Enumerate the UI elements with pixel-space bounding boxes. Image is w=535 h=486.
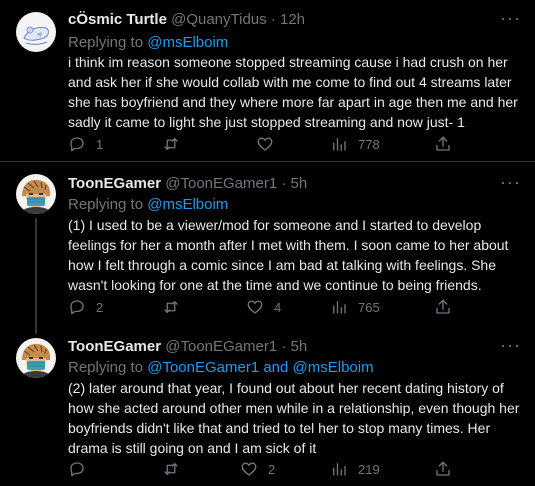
tweet-line: feelings for her a month after I met wit… — [68, 237, 509, 253]
view-count: 778 — [358, 136, 380, 152]
separator-dot: · — [281, 175, 287, 192]
views-button[interactable]: 765 — [330, 298, 380, 316]
replying-mentions[interactable]: @msElboim — [147, 196, 228, 213]
separator-dot: · — [270, 11, 276, 28]
share-button[interactable] — [434, 460, 452, 478]
tweet-line: sadly it came to light she just stopped … — [68, 114, 465, 130]
share-button[interactable] — [434, 135, 452, 153]
reply-count: 1 — [96, 136, 104, 152]
replying-to: Replying to @msElboim — [68, 195, 228, 215]
reply-button[interactable]: 2 — [68, 298, 103, 316]
tweet-header: ToonEGamer @ToonEGamer1 · 5h — [68, 337, 307, 357]
reply-icon — [70, 300, 84, 315]
display-name[interactable]: ToonEGamer — [68, 338, 161, 355]
tweet-actions: 1 778 — [68, 135, 520, 155]
reply-button[interactable] — [68, 460, 96, 478]
tweet-line: boyfriends didn't like that and tried to… — [68, 420, 491, 436]
more-options-icon[interactable]: ··· — [500, 335, 521, 355]
tweet-2[interactable]: ToonEGamer @ToonEGamer1 · 5h ··· Replyin… — [0, 162, 535, 327]
retweet-icon — [164, 138, 178, 150]
tweet-1[interactable]: cÖsmic Turtle @QuanyTidus · 12h ··· Repl… — [0, 0, 535, 162]
retweet-button[interactable] — [162, 460, 190, 478]
tweet-actions: 2 219 — [68, 460, 520, 480]
share-icon — [436, 136, 450, 151]
tweet-line: and ask her if she would collab with me … — [68, 74, 512, 90]
share-icon — [436, 299, 450, 314]
reply-icon — [70, 462, 84, 477]
heart-icon — [247, 300, 263, 314]
heart-icon — [241, 462, 257, 476]
avatar[interactable] — [16, 338, 56, 378]
like-count: 2 — [268, 461, 276, 477]
replying-mentions[interactable]: @msElboim — [147, 34, 228, 51]
display-name[interactable]: cÖsmic Turtle — [68, 11, 167, 28]
share-icon — [436, 461, 450, 476]
tweet-line: wasn't looking for one at the time and w… — [68, 277, 482, 293]
heart-icon — [257, 137, 273, 151]
reply-icon — [70, 137, 84, 152]
analytics-icon — [333, 301, 346, 314]
tweet-3[interactable]: ToonEGamer @ToonEGamer1 · 5h ··· Replyin… — [0, 327, 535, 486]
timestamp[interactable]: 5h — [291, 175, 308, 192]
tweet-text: (1) I used to be a viewer/mod for someon… — [68, 215, 520, 295]
replying-to: Replying to @ToonEGamer1 and @msElboim — [68, 358, 374, 378]
tweet-line: (1) I used to be a viewer/mod for someon… — [68, 217, 482, 233]
view-count: 219 — [358, 461, 380, 477]
tweet-header: cÖsmic Turtle @QuanyTidus · 12h — [68, 10, 305, 30]
tweet-line: i think im reason someone stopped stream… — [68, 54, 508, 70]
analytics-icon — [333, 138, 346, 151]
like-button[interactable] — [256, 135, 284, 153]
replying-label: Replying to — [68, 196, 148, 213]
retweet-button[interactable] — [162, 135, 190, 153]
reply-button[interactable]: 1 — [68, 135, 103, 153]
timestamp[interactable]: 12h — [280, 11, 305, 28]
retweet-icon — [164, 301, 178, 313]
tweet-text: (2) later around that year, I found out … — [68, 378, 520, 458]
avatar[interactable] — [16, 12, 56, 52]
tweet-header: ToonEGamer @ToonEGamer1 · 5h — [68, 174, 307, 194]
separator-dot: · — [281, 338, 287, 355]
views-button[interactable]: 778 — [330, 135, 380, 153]
analytics-icon — [333, 463, 346, 476]
timestamp[interactable]: 5h — [291, 338, 308, 355]
user-handle[interactable]: @QuanyTidus — [171, 11, 267, 28]
tweet-line: how I felt through a comic since I am ba… — [68, 257, 497, 273]
share-button[interactable] — [434, 298, 452, 316]
avatar[interactable] — [16, 174, 56, 214]
like-button[interactable]: 2 — [240, 460, 275, 478]
tweet-line: how she acted around other men while in … — [68, 400, 520, 416]
user-handle[interactable]: @ToonEGamer1 — [165, 338, 277, 355]
more-options-icon[interactable]: ··· — [500, 8, 521, 28]
replying-mentions[interactable]: @ToonEGamer1 and @msElboim — [147, 359, 373, 376]
reply-count: 2 — [96, 299, 104, 315]
user-handle[interactable]: @ToonEGamer1 — [165, 175, 277, 192]
more-options-icon[interactable]: ··· — [500, 172, 521, 192]
tweet-line: (2) later around that year, I found out … — [68, 380, 504, 396]
retweet-button[interactable] — [162, 298, 190, 316]
tweet-actions: 2 4 765 — [68, 298, 520, 318]
tweet-text: i think im reason someone stopped stream… — [68, 52, 520, 132]
replying-label: Replying to — [68, 359, 148, 376]
replying-to: Replying to @msElboim — [68, 33, 228, 53]
view-count: 765 — [358, 299, 380, 315]
views-button[interactable]: 219 — [330, 460, 380, 478]
replying-label: Replying to — [68, 34, 148, 51]
retweet-icon — [164, 463, 178, 475]
tweet-line: drama is still going on and I am sick of… — [68, 440, 317, 456]
like-button[interactable]: 4 — [246, 298, 281, 316]
display-name[interactable]: ToonEGamer — [68, 175, 161, 192]
tweet-line: she has boyfriend and they where more fa… — [68, 94, 518, 110]
like-count: 4 — [274, 299, 282, 315]
